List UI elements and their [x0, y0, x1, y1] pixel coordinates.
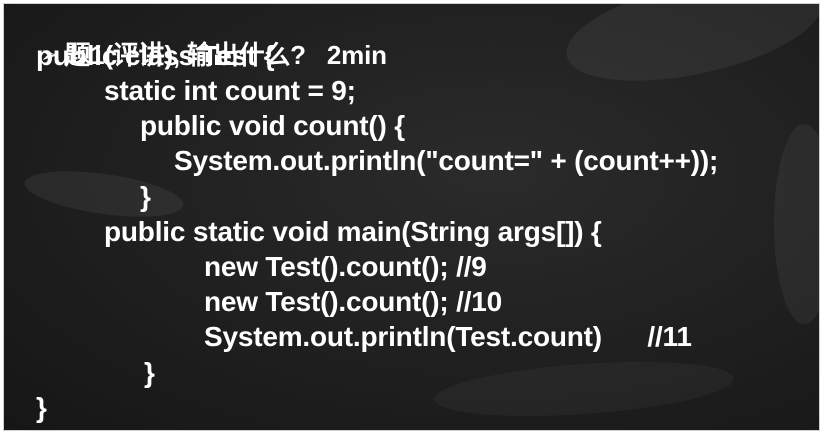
code-line-main-close: } — [144, 357, 155, 388]
chalk-smudge — [557, 4, 819, 101]
code-line-call-1: new Test().count(); //9 — [204, 251, 487, 282]
code-line-println-count: System.out.println("count=" + (count++))… — [174, 145, 719, 176]
code-line-method-decl: public void count() { — [140, 110, 405, 141]
code-line-main-decl: public static void main(String args[]) { — [104, 216, 602, 247]
code-line-method-close: } — [140, 181, 151, 212]
chalkboard-slide: ➢ 题1(评讲), 输出什么? 2min public class Test { … — [3, 3, 820, 431]
code-line-class-close: } — [36, 392, 47, 423]
chalk-smudge — [432, 353, 736, 425]
code-line-class-decl: public class Test { — [36, 40, 275, 71]
code-line-println-static: System.out.println(Test.count) //11 — [204, 321, 692, 352]
code-line-static-field: static int count = 9; — [104, 75, 356, 106]
chalk-smudge — [774, 124, 819, 324]
code-line-call-2: new Test().count(); //10 — [204, 286, 503, 317]
